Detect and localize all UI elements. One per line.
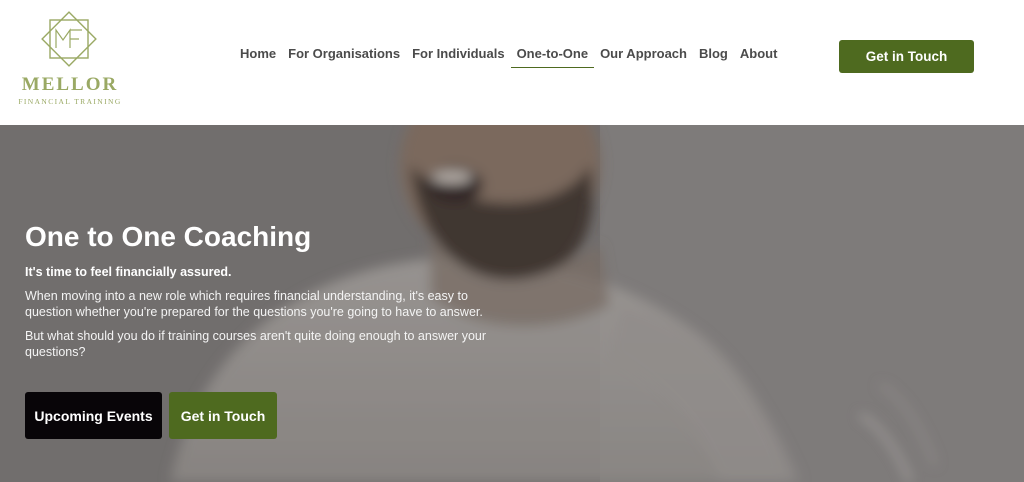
nav-item-home[interactable]: Home bbox=[234, 44, 282, 68]
nav-item-about[interactable]: About bbox=[734, 44, 784, 68]
site-header: MELLOR FINANCIAL TRAINING Home For Organ… bbox=[0, 0, 1024, 125]
brand-subtitle: FINANCIAL TRAINING bbox=[18, 97, 122, 106]
hero-section: One to One Coaching It's time to feel fi… bbox=[0, 125, 1024, 482]
hero-paragraph-1: When moving into a new role which requir… bbox=[25, 289, 483, 319]
hero-tagline: It's time to feel financially assured. bbox=[25, 265, 232, 279]
nav-item-our-approach[interactable]: Our Approach bbox=[594, 44, 693, 68]
page: MELLOR FINANCIAL TRAINING Home For Organ… bbox=[0, 0, 1024, 482]
nav-item-for-individuals[interactable]: For Individuals bbox=[406, 44, 510, 68]
hero-paragraph-2: But what should you do if training cours… bbox=[25, 329, 487, 359]
main-nav: Home For Organisations For Individuals O… bbox=[234, 44, 783, 68]
brand-name: MELLOR bbox=[21, 74, 119, 95]
hero-title: One to One Coaching bbox=[25, 221, 312, 252]
hero-get-in-touch-button[interactable]: Get in Touch bbox=[169, 392, 277, 439]
site-logo[interactable]: MELLOR FINANCIAL TRAINING bbox=[14, 6, 126, 106]
nav-item-one-to-one[interactable]: One-to-One bbox=[510, 44, 595, 68]
mf-monogram-icon bbox=[41, 11, 97, 67]
hero-buttons: Upcoming Events Get in Touch bbox=[25, 392, 277, 439]
header-get-in-touch-button[interactable]: Get in Touch bbox=[839, 40, 974, 73]
upcoming-events-button[interactable]: Upcoming Events bbox=[25, 392, 162, 439]
nav-item-for-organisations[interactable]: For Organisations bbox=[282, 44, 406, 68]
nav-item-blog[interactable]: Blog bbox=[693, 44, 734, 68]
hero-content: One to One Coaching It's time to feel fi… bbox=[25, 220, 495, 360]
